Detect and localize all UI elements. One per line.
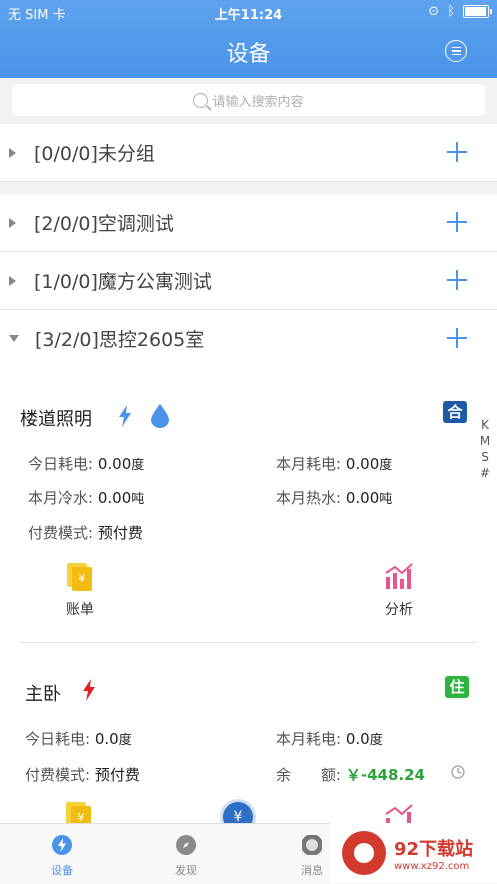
add-device-button[interactable] xyxy=(447,212,467,232)
lock-rotation-icon: ⊙ xyxy=(428,4,440,19)
chevron-right-icon xyxy=(9,275,16,286)
index-letter[interactable]: K xyxy=(479,417,491,433)
add-device-button[interactable] xyxy=(447,142,467,162)
watermark-logo: 92下载站 www.xz92.com xyxy=(330,823,497,883)
pay-mode: 付费模式: 预付费 xyxy=(25,766,140,784)
month-power: 本月耗电: 0.00度 xyxy=(276,455,393,473)
analysis-button[interactable]: 分析 xyxy=(369,563,429,619)
hot-water: 本月热水: 0.00吨 xyxy=(276,489,393,507)
group-label: [0/0/0]未分组 xyxy=(34,143,155,165)
index-letter[interactable]: S xyxy=(479,449,491,465)
tab-devices[interactable]: 设备 xyxy=(22,834,102,878)
cold-water: 本月冷水: 0.00吨 xyxy=(28,489,145,507)
battery-icon xyxy=(463,5,492,18)
search-icon xyxy=(193,92,209,108)
clock-icon[interactable] xyxy=(451,765,465,779)
lightning-icon xyxy=(119,405,131,427)
tab-discover[interactable]: 发现 xyxy=(146,834,226,878)
recharge-icon[interactable]: ¥ xyxy=(223,802,253,823)
chevron-right-icon xyxy=(9,217,16,228)
watermark-url: www.xz92.com xyxy=(394,860,470,872)
lightning-circle-icon xyxy=(52,835,72,855)
group-row[interactable]: [0/0/0]未分组 xyxy=(0,124,497,182)
index-bar[interactable]: K M S # xyxy=(479,417,491,481)
watermark-text: 92下载站 xyxy=(394,838,474,860)
group-row[interactable]: [1/0/0]魔方公寓测试 xyxy=(0,252,497,310)
group-label: [3/2/0]思控2605室 xyxy=(35,329,205,351)
today-power: 今日耗电: 0.0度 xyxy=(25,730,132,748)
divider xyxy=(20,642,477,643)
group-label: [2/0/0]空调测试 xyxy=(34,213,174,235)
index-letter[interactable]: # xyxy=(479,465,491,481)
device-name: 主卧 xyxy=(25,684,61,705)
menu-button[interactable] xyxy=(445,40,467,62)
group-row[interactable]: [3/2/0]思控2605室 xyxy=(0,310,497,368)
bill-icon: ¥ xyxy=(67,563,93,591)
bill-icon[interactable]: ¥ xyxy=(66,802,92,823)
header: 无 SIM 卡 上午11:24 ⊙ ᛒ 设备 xyxy=(0,0,497,78)
device-list: 楼道照明 合 今日耗电: 0.00度 本月耗电: 0.00度 本月冷水: 0.0… xyxy=(0,367,497,823)
chart-icon xyxy=(385,563,413,589)
add-device-button[interactable] xyxy=(447,328,467,348)
chevron-down-icon xyxy=(9,335,19,342)
today-power: 今日耗电: 0.00度 xyxy=(28,455,145,473)
status-badge: 住 xyxy=(445,676,469,698)
bill-button[interactable]: ¥ 账单 xyxy=(50,563,110,619)
group-row[interactable]: [2/0/0]空调测试 xyxy=(0,194,497,252)
status-bar: 无 SIM 卡 上午11:24 ⊙ ᛒ xyxy=(0,4,497,23)
group-label: [1/0/0]魔方公寓测试 xyxy=(34,271,212,293)
watermark-icon xyxy=(342,831,386,875)
index-letter[interactable]: M xyxy=(479,433,491,449)
month-power: 本月耗电: 0.0度 xyxy=(276,730,383,748)
search-placeholder: 请输入搜索内容 xyxy=(212,94,304,110)
balance: 余 额: ￥-448.24 xyxy=(276,766,425,784)
status-badge: 合 xyxy=(443,401,467,423)
search-input[interactable]: 请输入搜索内容 xyxy=(12,84,485,116)
chart-icon[interactable] xyxy=(384,802,414,823)
page-title: 设备 xyxy=(226,42,271,67)
pay-mode: 付费模式: 预付费 xyxy=(28,524,143,542)
search-bar: 请输入搜索内容 xyxy=(0,78,497,122)
lightning-icon xyxy=(83,679,95,701)
add-device-button[interactable] xyxy=(447,270,467,290)
device-name: 楼道照明 xyxy=(20,409,92,430)
chevron-right-icon xyxy=(9,147,16,158)
bluetooth-icon: ᛒ xyxy=(447,4,455,19)
compass-icon xyxy=(176,835,196,855)
status-icons: ⊙ ᛒ xyxy=(428,4,492,19)
water-drop-icon xyxy=(151,404,169,428)
status-time: 上午11:24 xyxy=(214,8,283,23)
message-icon xyxy=(302,835,322,855)
